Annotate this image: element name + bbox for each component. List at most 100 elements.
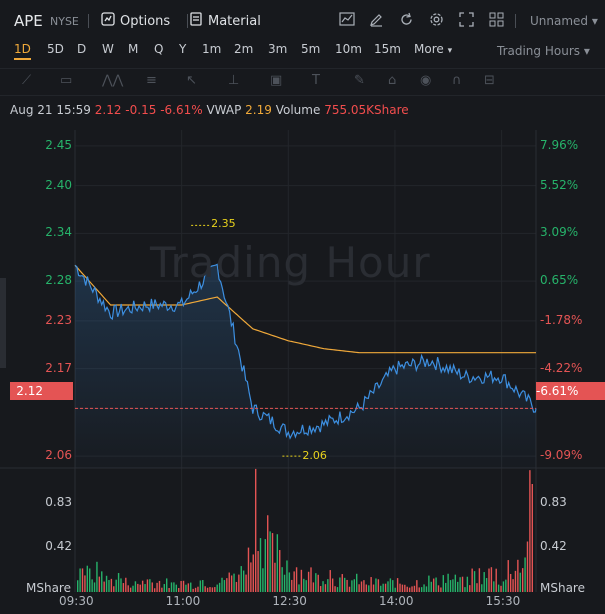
layout-name-dropdown[interactable]: Unnamed ▾ (530, 14, 598, 28)
volume-bar (105, 575, 108, 592)
volume-bar (214, 587, 216, 592)
volume-bar (295, 567, 298, 592)
fib-icon[interactable]: ≡ (146, 73, 157, 88)
timeframe-d[interactable]: D (77, 42, 86, 56)
timeframe-1m[interactable]: 1m (202, 42, 221, 56)
timeframe-5m[interactable]: 5m (301, 42, 320, 56)
draw-icon[interactable] (369, 12, 384, 31)
volume-bar (524, 557, 526, 592)
chevron-down-icon: ▾ (583, 44, 590, 58)
timeframe-15m[interactable]: 15m (374, 42, 401, 56)
settings-icon[interactable] (429, 12, 444, 31)
volume-bar (394, 587, 396, 592)
volume-bar (125, 577, 127, 592)
volume-bar (312, 582, 315, 592)
timeframe-3m[interactable]: 3m (268, 42, 287, 56)
watermark: Trading Hour (150, 238, 431, 287)
pencil-icon[interactable]: ✎ (354, 73, 365, 88)
symbol-label[interactable]: APE (14, 12, 43, 30)
volume-bar (437, 585, 440, 592)
volume-bar (141, 580, 144, 592)
volume-bar (127, 585, 129, 592)
text-icon[interactable]: T (312, 73, 320, 88)
material-button[interactable]: Material (189, 12, 261, 30)
vwap-value: 2.19 (245, 103, 272, 117)
volume-bar (413, 585, 416, 592)
options-icon (101, 12, 115, 30)
arrow-icon[interactable]: ↖ (186, 73, 197, 88)
volume-bar (488, 568, 490, 592)
timeframe-5d[interactable]: 5D (47, 42, 64, 56)
volume-bar (481, 584, 483, 592)
volume-bar (161, 587, 163, 592)
price-tick-label: 2.45 (45, 137, 72, 152)
volume-bar (115, 579, 117, 592)
image-icon[interactable]: ▣ (270, 73, 282, 88)
timeframe-w[interactable]: W (102, 42, 114, 56)
indicator-icon[interactable] (339, 12, 355, 30)
options-button[interactable]: Options (101, 12, 170, 30)
volume-bar (204, 586, 206, 592)
timeframe-more[interactable]: More ▾ (414, 42, 452, 56)
volume-bar (495, 568, 497, 592)
volume-bar (269, 531, 271, 592)
volume-tick-label: 0.42 (540, 538, 567, 553)
volume-bar (514, 570, 517, 592)
timeframe-1d[interactable]: 1D (14, 42, 31, 60)
time-tick-label: 14:00 (378, 594, 414, 608)
volume-bar (211, 587, 214, 592)
timeframe-y[interactable]: Y (179, 42, 186, 56)
volume-bar (271, 533, 274, 592)
percent-tick-label: -9.09% (540, 448, 583, 463)
volume-bar (531, 483, 533, 592)
volume-bar (103, 581, 105, 592)
measure-icon[interactable]: ⊥ (228, 73, 239, 88)
volume-bar (447, 573, 449, 592)
volume-bar (370, 577, 372, 592)
volume-bar (432, 578, 435, 592)
eye-icon[interactable]: ◉ (420, 73, 431, 88)
volume-bar (117, 573, 120, 592)
more-label: More (414, 42, 444, 56)
rectangle-icon[interactable]: ▭ (60, 73, 72, 88)
layout-grid-icon[interactable] (489, 12, 504, 31)
volume-bar (267, 515, 269, 592)
refresh-icon[interactable] (399, 12, 414, 31)
volume-bar (478, 568, 481, 592)
timeframe-10m[interactable]: 10m (335, 42, 362, 56)
pattern-icon[interactable]: ⋀⋀ (102, 73, 123, 88)
lock-icon[interactable]: ⌂ (388, 73, 396, 88)
volume-bar (245, 574, 247, 592)
time-tick-label: 11:00 (165, 594, 201, 608)
session-label: Trading Hours (497, 44, 580, 58)
volume-bar (209, 587, 211, 592)
volume-bar (281, 567, 283, 592)
volume-bar (317, 574, 319, 592)
volume-bar (156, 582, 158, 592)
fullscreen-icon[interactable] (459, 12, 474, 31)
magnet-icon[interactable]: ∩ (452, 73, 462, 88)
volume-bar (98, 576, 101, 592)
volume-bar (360, 581, 363, 592)
volume-bar (84, 575, 86, 592)
volume-bar (216, 584, 218, 592)
volume-bar (93, 582, 96, 592)
volume-bar (336, 587, 339, 592)
volume-bar (110, 578, 113, 592)
volume-bar (430, 581, 432, 592)
volume-bar (79, 568, 81, 592)
timeframe-m[interactable]: M (128, 42, 138, 56)
trendline-icon[interactable]: ⟋ (22, 73, 31, 88)
volume-bar (512, 579, 514, 592)
volume-bar (221, 577, 223, 592)
volume-bar (310, 567, 312, 592)
session-dropdown[interactable]: Trading Hours ▾ (497, 44, 590, 58)
volume-bar (218, 582, 221, 592)
volume-bar (471, 568, 473, 592)
volume-bar (356, 573, 358, 592)
volume-bar (500, 585, 502, 592)
timeframe-q[interactable]: Q (154, 42, 163, 56)
timeframe-2m[interactable]: 2m (234, 42, 253, 56)
delete-icon[interactable]: ⊟ (484, 73, 495, 88)
current-price-tag: 2.12 (10, 382, 73, 400)
